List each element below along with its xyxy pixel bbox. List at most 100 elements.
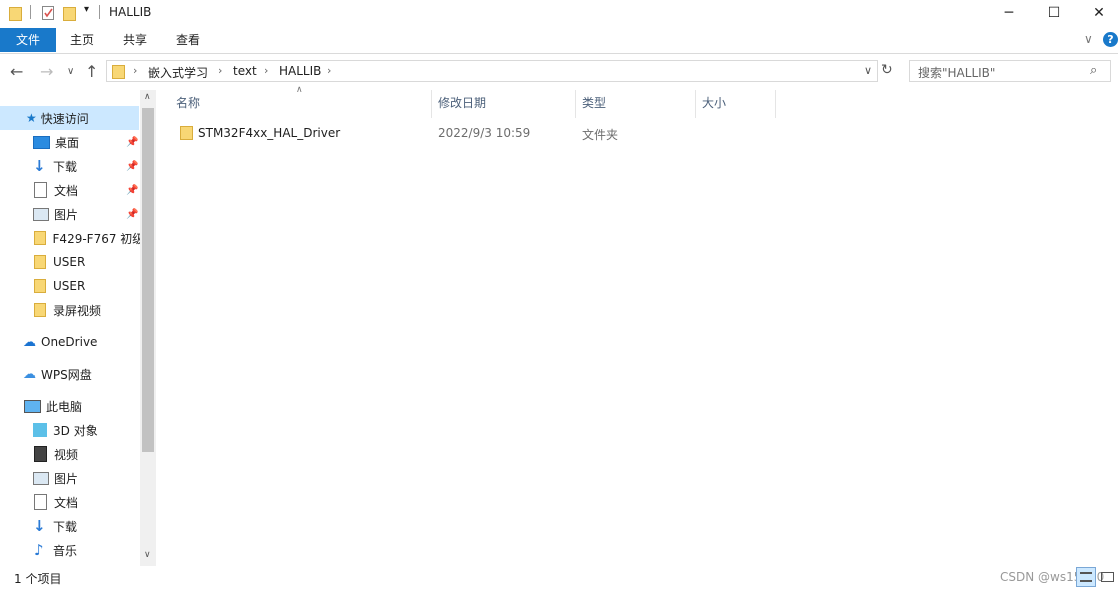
folder-icon: [34, 255, 46, 269]
sidebar-item-label: USER: [53, 279, 86, 293]
breadcrumb-item[interactable]: text: [233, 64, 257, 78]
sidebar-item-documents[interactable]: 文档: [0, 490, 140, 514]
sidebar-item-label: 图片: [54, 207, 79, 222]
separator: [30, 5, 31, 19]
details-view-icon: [1080, 572, 1092, 582]
pin-icon[interactable]: 📌: [126, 209, 138, 220]
search-box[interactable]: 搜索"HALLIB" ⌕: [909, 60, 1111, 82]
breadcrumb-chevron-icon[interactable]: ›: [133, 64, 137, 77]
pin-icon[interactable]: 📌: [126, 137, 138, 148]
scroll-up-icon[interactable]: ∧: [144, 92, 151, 102]
tab-home[interactable]: 主页: [62, 28, 102, 52]
refresh-icon[interactable]: ↻: [881, 62, 893, 78]
video-icon: [34, 446, 47, 462]
sidebar-item-pictures[interactable]: 图片 📌: [0, 202, 140, 226]
back-arrow-icon[interactable]: ←: [10, 62, 23, 81]
sidebar-item-music[interactable]: ♪ 音乐: [0, 538, 140, 562]
recent-locations-icon[interactable]: ∨: [67, 66, 74, 77]
sidebar-item-label: 录屏视频: [53, 303, 102, 318]
scrollbar-thumb[interactable]: [142, 108, 154, 452]
sidebar-item-documents[interactable]: 文档 📌: [0, 178, 140, 202]
breadcrumb-chevron-icon[interactable]: ›: [264, 64, 268, 77]
scroll-down-icon[interactable]: ∨: [144, 550, 151, 560]
large-icons-view-button[interactable]: [1099, 567, 1117, 587]
sidebar-item-label: 视频: [54, 447, 79, 462]
pin-icon[interactable]: 📌: [126, 161, 138, 172]
column-header-modified[interactable]: 修改日期: [432, 90, 576, 118]
pictures-icon: [33, 471, 49, 485]
sidebar-item-folder[interactable]: F429-F767 初级: [0, 226, 140, 250]
sidebar-item-quick-access[interactable]: ★ 快速访问: [0, 106, 139, 130]
column-header-name[interactable]: 名称: [170, 90, 432, 118]
column-header-size[interactable]: 大小: [696, 90, 776, 118]
sidebar-item-folder[interactable]: USER: [0, 250, 140, 274]
column-header-type[interactable]: 类型: [576, 90, 696, 118]
sidebar-item-label: 文档: [54, 183, 79, 198]
sidebar-item-pictures[interactable]: 图片: [0, 466, 140, 490]
sidebar-item-label: 下载: [53, 159, 78, 174]
maximize-button[interactable]: ☐: [1031, 0, 1077, 26]
sidebar-item-downloads[interactable]: ↓ 下载 📌: [0, 154, 140, 178]
star-icon: ★: [26, 111, 37, 125]
details-view-button[interactable]: [1076, 567, 1096, 587]
folder-icon: [34, 279, 46, 293]
cloud-icon: ☁: [23, 334, 36, 350]
separator: [99, 5, 100, 19]
sidebar-item-label: 图片: [54, 471, 79, 486]
up-arrow-icon[interactable]: ↑: [85, 62, 98, 81]
sidebar-item-folder[interactable]: USER: [0, 274, 140, 298]
folder-icon: [180, 126, 193, 140]
table-row[interactable]: STM32F4xx_HAL_Driver 2022/9/3 10:59 文件夹: [170, 122, 776, 144]
help-icon[interactable]: ?: [1103, 32, 1118, 47]
forward-arrow-icon[interactable]: →: [40, 62, 53, 81]
breadcrumb-item[interactable]: 嵌入式学习: [148, 64, 208, 81]
folder-icon: [34, 231, 46, 245]
breadcrumb-item[interactable]: HALLIB: [279, 64, 321, 78]
sidebar-item-label: USER: [53, 255, 86, 269]
download-icon: ↓: [33, 517, 46, 535]
new-folder-icon[interactable]: [63, 5, 77, 24]
breadcrumb-chevron-icon[interactable]: ›: [327, 64, 331, 77]
sidebar-item-label: 此电脑: [46, 399, 83, 414]
minimize-button[interactable]: ─: [986, 0, 1032, 26]
sidebar-item-wps[interactable]: ☁ WPS网盘: [0, 362, 140, 386]
sidebar-item-videos[interactable]: 视频: [0, 442, 140, 466]
address-dropdown-icon[interactable]: ∨: [864, 64, 872, 77]
document-icon: [34, 182, 47, 198]
sidebar-item-3d-objects[interactable]: 3D 对象: [0, 418, 140, 442]
cloud-icon: ☁: [23, 366, 36, 382]
title-bar: ▾ HALLIB ─ ☐ ✕: [0, 0, 1118, 26]
navigation-pane: ★ 快速访问 桌面 📌 ↓ 下载 📌 文档 📌 图片 📌 F429-F767 初…: [0, 90, 157, 566]
sidebar-item-folder[interactable]: 录屏视频: [0, 298, 140, 322]
sidebar-item-this-pc[interactable]: 此电脑: [0, 394, 140, 418]
address-bar[interactable]: › 嵌入式学习 › text › HALLIB › ∨: [106, 60, 878, 82]
sidebar-item-onedrive[interactable]: ☁ OneDrive: [0, 330, 140, 354]
folder-icon: [34, 303, 46, 317]
properties-icon[interactable]: [40, 5, 56, 24]
folder-icon: [112, 63, 126, 82]
sidebar-item-label: 3D 对象: [53, 423, 98, 438]
nav-scrollbar[interactable]: ∧ ∨: [140, 90, 156, 566]
tab-view[interactable]: 查看: [168, 28, 208, 52]
sidebar-item-label: 快速访问: [40, 111, 89, 126]
customize-toolbar-icon[interactable]: ▾: [84, 4, 89, 15]
sidebar-item-label: 下载: [53, 519, 78, 534]
search-input[interactable]: 搜索"HALLIB": [918, 64, 995, 81]
file-name[interactable]: STM32F4xx_HAL_Driver: [198, 126, 340, 140]
ribbon-tabs: 文件 主页 共享 查看 ∨ ?: [0, 28, 1118, 54]
download-icon: ↓: [33, 157, 46, 175]
tab-share[interactable]: 共享: [115, 28, 155, 52]
sidebar-item-label: 音乐: [53, 543, 78, 558]
tab-file[interactable]: 文件: [0, 28, 56, 52]
file-type: 文件夹: [582, 128, 619, 142]
pin-icon[interactable]: 📌: [126, 185, 138, 196]
breadcrumb-chevron-icon[interactable]: ›: [218, 64, 222, 77]
close-button[interactable]: ✕: [1076, 0, 1118, 26]
sidebar-item-label: 桌面: [55, 135, 80, 150]
pictures-icon: [33, 207, 49, 221]
sidebar-item-downloads[interactable]: ↓ 下载: [0, 514, 140, 538]
window-title: HALLIB: [109, 5, 152, 19]
search-icon[interactable]: ⌕: [1090, 63, 1097, 78]
ribbon-expand-icon[interactable]: ∨: [1084, 32, 1093, 46]
sidebar-item-desktop[interactable]: 桌面 📌: [0, 130, 140, 154]
